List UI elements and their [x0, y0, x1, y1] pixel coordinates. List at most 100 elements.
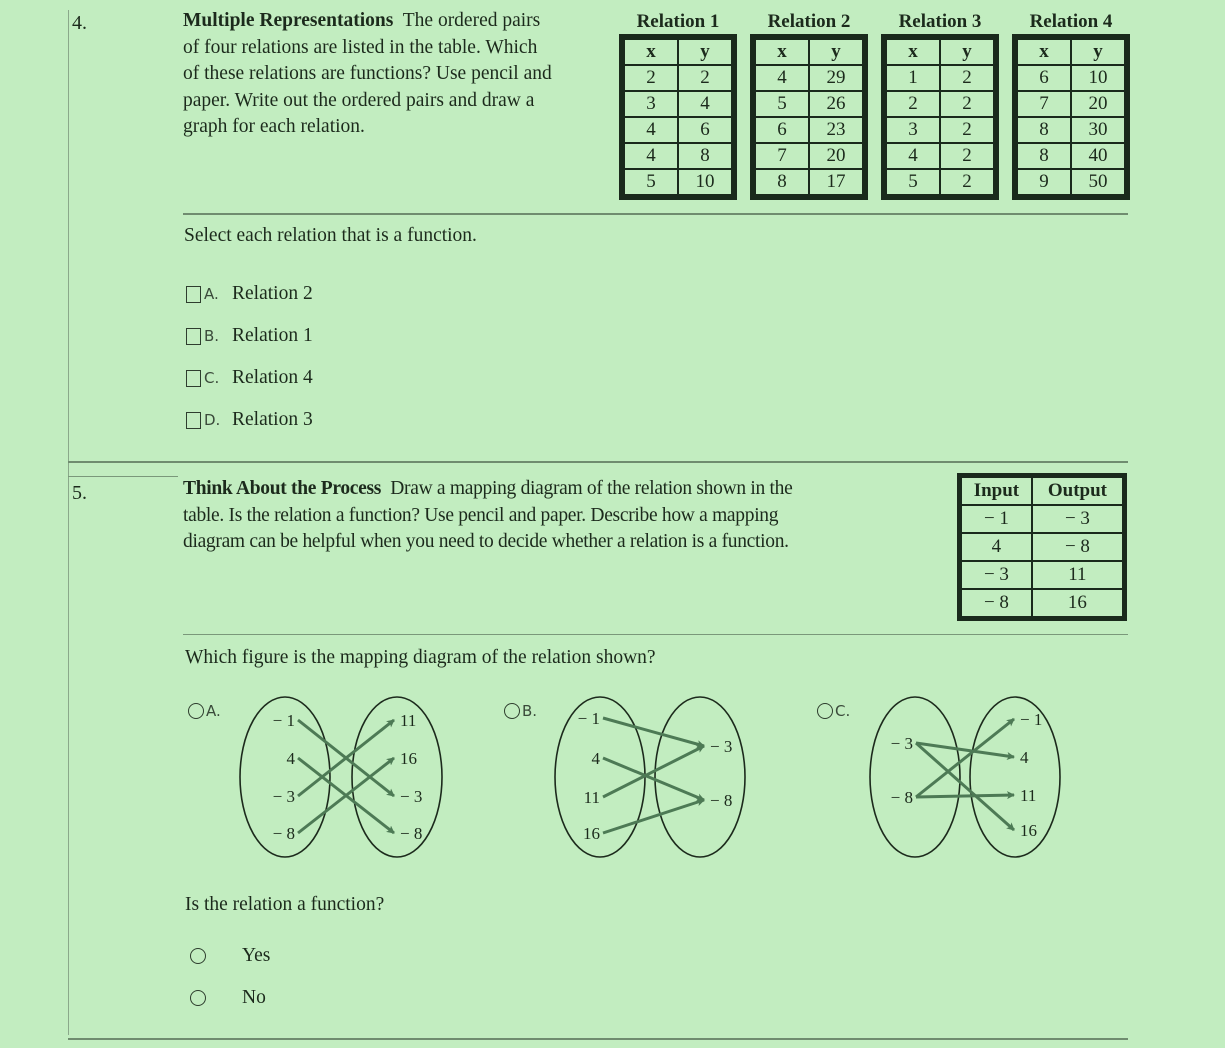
range-value: − 3 — [710, 737, 732, 756]
x-cell: 2 — [621, 64, 679, 92]
mapping-arrow — [297, 718, 395, 798]
range-value: 11 — [400, 711, 416, 730]
domain-value: 4 — [592, 749, 601, 768]
io-header-output: Output — [1030, 474, 1126, 506]
relation-1: Relation 1 x y 2 2 3 4 4 6 4 8 5 10 — [619, 10, 737, 200]
bottom-divider — [68, 1038, 1128, 1040]
x-cell: 5 — [883, 168, 941, 198]
relation-row: 5 10 — [621, 168, 735, 198]
x-cell: 6 — [1014, 64, 1072, 92]
range-value: − 8 — [710, 791, 732, 810]
y-cell: 23 — [808, 116, 866, 144]
mapping-arrow — [915, 741, 1015, 760]
y-cell: 2 — [939, 116, 997, 144]
left-margin-line — [68, 10, 69, 1035]
checkbox[interactable] — [186, 411, 201, 429]
q4-option-d[interactable]: D. Relation 3 — [186, 409, 313, 431]
relation-row: 42 — [883, 142, 997, 170]
q4-option-c[interactable]: C. Relation 4 — [186, 367, 313, 389]
radio-diagram[interactable] — [504, 703, 520, 719]
io-header-row: Input Output — [958, 474, 1126, 506]
mapping-arrow — [602, 756, 705, 802]
x-cell: 8 — [1014, 142, 1072, 170]
domain-value: − 8 — [891, 788, 913, 807]
diagram-option-a[interactable]: A. — [188, 702, 234, 720]
relation-row: 7 20 — [1014, 90, 1128, 118]
option-label: Relation 4 — [232, 367, 313, 388]
checkbox[interactable] — [186, 327, 201, 345]
x-cell: 7 — [752, 142, 810, 170]
mapping-arrow — [297, 756, 395, 835]
function-option-no-label: No — [242, 987, 266, 1008]
relation-table: x y 4 29 5 26 6 23 7 20 8 17 — [750, 34, 868, 200]
io-row: − 8 16 — [958, 588, 1126, 620]
domain-ellipse — [554, 696, 646, 858]
question-4-number: 4. — [72, 12, 87, 34]
option-letter: D. — [204, 411, 221, 429]
x-cell: 1 — [883, 64, 941, 92]
y-cell: 2 — [939, 90, 997, 118]
option-letter: C. — [835, 702, 851, 720]
option-letter: B. — [204, 327, 220, 345]
radio-no[interactable] — [190, 990, 206, 1006]
range-value: − 3 — [400, 787, 422, 806]
function-option-no[interactable]: No — [190, 987, 266, 1009]
relation-header-row: xy — [883, 36, 997, 66]
x-cell: 4 — [621, 116, 679, 144]
relation-row: 46 — [621, 116, 735, 144]
relation-row: 6 23 — [752, 116, 866, 144]
mapping-arrow — [602, 744, 705, 799]
relation-row: 6 10 — [1014, 64, 1128, 92]
mapping-question: Which figure is the mapping diagram of t… — [185, 647, 656, 668]
y-cell: 2 — [939, 64, 997, 92]
function-option-yes[interactable]: Yes — [190, 945, 270, 967]
range-value: 16 — [1020, 821, 1037, 840]
x-cell: 5 — [752, 90, 810, 118]
function-question: Is the relation a function? — [185, 894, 385, 915]
x-cell: 9 — [1014, 168, 1072, 198]
checkbox[interactable] — [186, 285, 201, 303]
relation-row: 8 40 — [1014, 142, 1128, 170]
relation-3: Relation 3xy1222324252 — [881, 10, 999, 200]
radio-diagram[interactable] — [188, 703, 204, 719]
range-ellipse — [969, 696, 1061, 858]
q4-option-a[interactable]: A. Relation 2 — [186, 283, 313, 305]
y-cell: 2 — [939, 142, 997, 170]
x-cell: 8 — [752, 168, 810, 198]
domain-value: − 8 — [273, 824, 295, 843]
io-header-input: Input — [958, 474, 1033, 506]
checkbox[interactable] — [186, 369, 201, 387]
mapping-arrow — [915, 791, 1015, 800]
y-cell: 20 — [1070, 90, 1128, 118]
mapping-arrow — [915, 741, 1015, 832]
relation-4: Relation 4 x y 6 10 7 20 8 30 8 40 9 50 — [1012, 10, 1130, 200]
question-4-prompt: Multiple Representations The ordered pai… — [183, 10, 552, 137]
relation-row: 9 50 — [1014, 168, 1128, 198]
y-cell: 8 — [677, 142, 735, 170]
domain-value: 11 — [584, 788, 600, 807]
q5-number-underline — [68, 476, 178, 477]
mapping-arrow — [602, 798, 705, 835]
x-cell: 3 — [621, 90, 679, 118]
relation-table: x y 6 10 7 20 8 30 8 40 9 50 — [1012, 34, 1130, 200]
diagram-option-b[interactable]: B. — [504, 702, 550, 720]
range-ellipse — [351, 696, 443, 858]
option-letter: A. — [206, 702, 221, 720]
range-value: 4 — [1020, 748, 1029, 767]
y-cell: 6 — [677, 116, 735, 144]
y-cell: 30 — [1070, 116, 1128, 144]
x-cell: 6 — [752, 116, 810, 144]
domain-value: − 3 — [891, 734, 913, 753]
relation-title: Relation 1 — [636, 11, 720, 32]
relation-row: 5 26 — [752, 90, 866, 118]
radio-diagram[interactable] — [817, 703, 833, 719]
relation-header-row: xy — [621, 36, 735, 66]
diagram-option-c[interactable]: C. — [817, 702, 863, 720]
y-cell: 17 — [808, 168, 866, 198]
y-cell: 50 — [1070, 168, 1128, 198]
q4-option-b[interactable]: B. Relation 1 — [186, 325, 313, 347]
radio-yes[interactable] — [190, 948, 206, 964]
x-cell: 8 — [1014, 116, 1072, 144]
option-label: Relation 1 — [232, 325, 313, 346]
mapping-arrow — [602, 716, 705, 748]
